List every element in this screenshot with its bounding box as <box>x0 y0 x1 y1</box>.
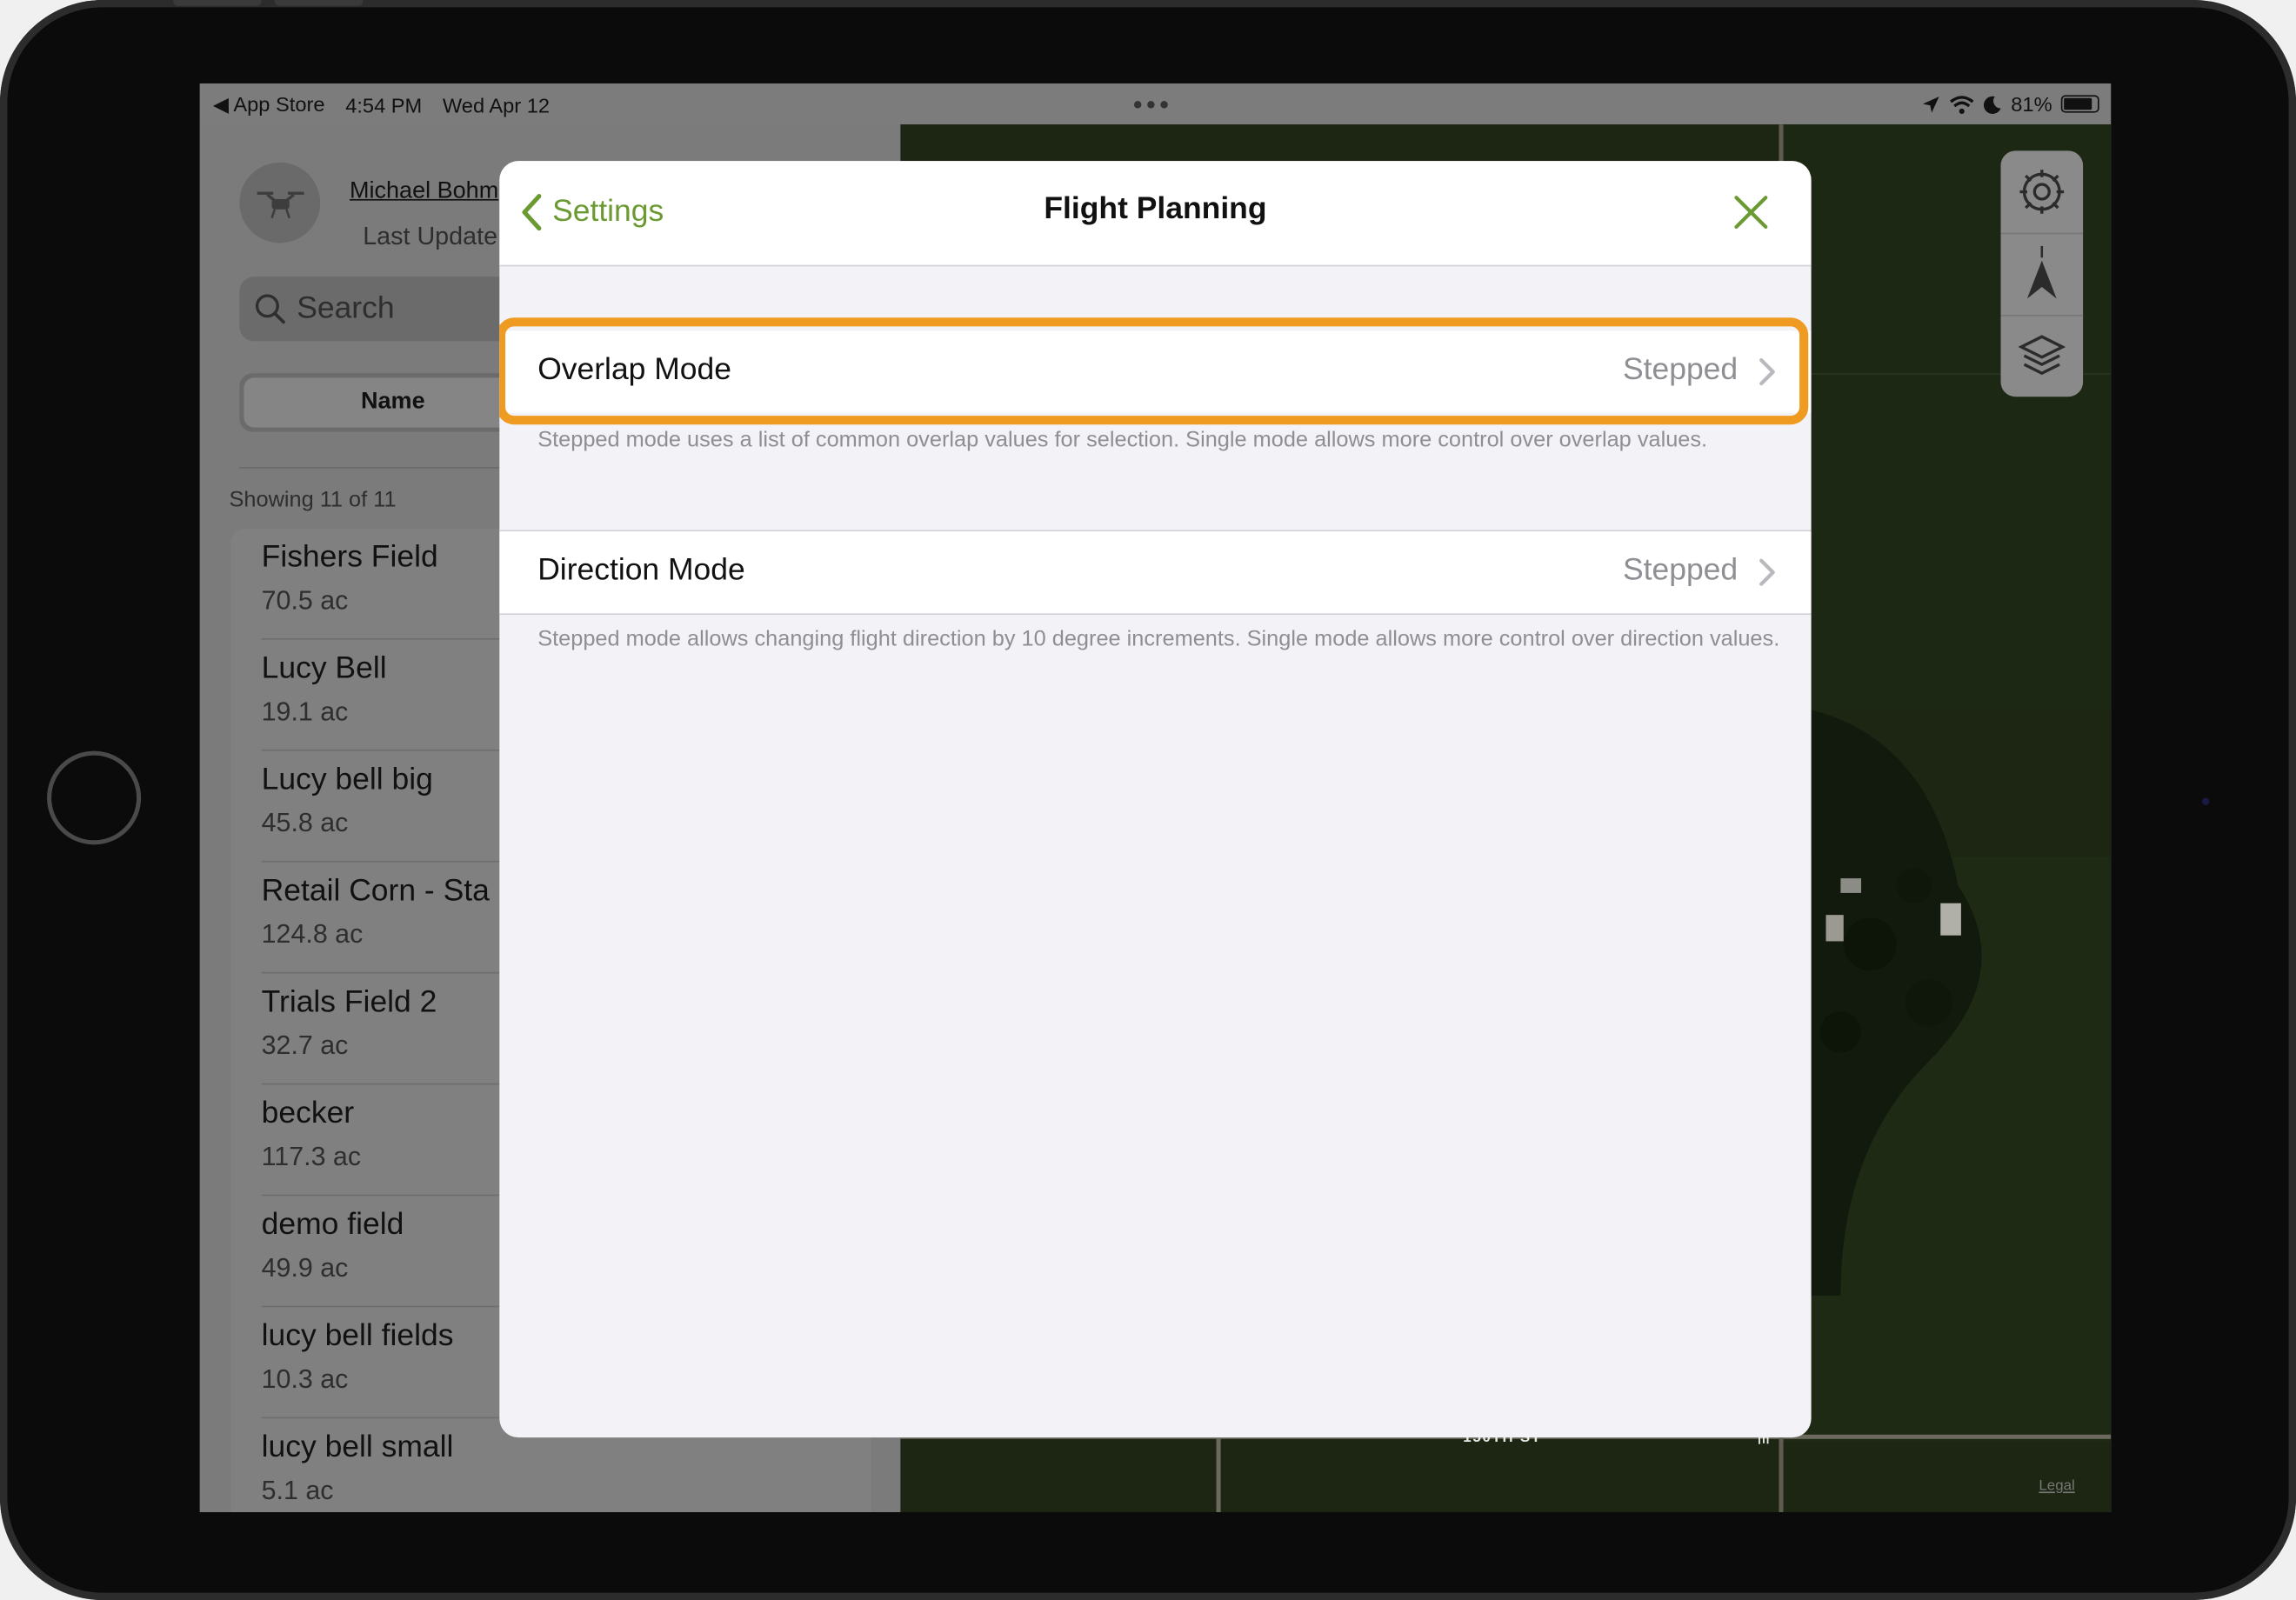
camera-dot <box>2201 797 2210 805</box>
field-area: 49.9 ac <box>261 1253 349 1283</box>
location-arrow-icon <box>1922 96 1939 112</box>
status-time: 4:54 PM <box>345 92 423 117</box>
field-area: 45.8 ac <box>261 808 349 837</box>
overlap-mode-description: Stepped mode uses a list of common overl… <box>537 427 1708 453</box>
gear-icon <box>2019 170 2065 214</box>
field-area: 10.3 ac <box>261 1363 349 1394</box>
map-controls <box>2000 150 2084 397</box>
field-area: 19.1 ac <box>261 697 349 726</box>
field-name: lucy bell fields <box>261 1318 454 1353</box>
close-button[interactable] <box>1729 190 1773 235</box>
search-icon <box>255 294 285 324</box>
field-area: 70.5 ac <box>261 585 349 616</box>
legal-link[interactable]: Legal <box>2039 1478 2074 1495</box>
back-to-app-link[interactable]: ◀ App Store <box>213 92 325 117</box>
field-name: Lucy bell big <box>261 763 433 797</box>
ipad-frame: ◀ App Store 4:54 PM Wed Apr 12 81% Micha… <box>0 0 2296 1600</box>
layers-button[interactable] <box>2000 315 2083 397</box>
modal-title: Flight Planning <box>1044 191 1267 226</box>
moon-icon <box>1983 95 2001 114</box>
field-name: becker <box>261 1096 355 1130</box>
last-updated-text: Last Update <box>363 222 498 250</box>
direction-mode-description: Stepped mode allows changing flight dire… <box>537 626 1780 652</box>
field-area: 32.7 ac <box>261 1030 349 1060</box>
battery-percent: 81% <box>2011 92 2052 116</box>
search-placeholder: Search <box>297 291 395 325</box>
navigation-button[interactable] <box>2000 233 2083 315</box>
battery-icon <box>2060 95 2099 113</box>
chevron-right-icon <box>1759 558 1775 586</box>
settings-button[interactable] <box>2000 150 2083 232</box>
volume-button <box>274 0 364 6</box>
field-name: lucy bell small <box>261 1430 454 1464</box>
field-area: 124.8 ac <box>261 919 364 949</box>
field-area: 117.3 ac <box>261 1142 362 1171</box>
volume-button <box>173 0 262 6</box>
chevron-right-icon <box>1759 358 1775 386</box>
showing-count: Showing 11 of 11 <box>229 487 397 513</box>
sort-by-name-segment[interactable]: Name <box>244 377 543 428</box>
layers-icon <box>2018 335 2066 376</box>
multitasking-dots[interactable] <box>1133 101 1168 109</box>
modal-header: Settings Flight Planning <box>499 161 1812 267</box>
direction-mode-value: Stepped <box>1622 553 1739 588</box>
flight-planning-modal: Settings Flight Planning Overlap Mode St… <box>499 161 1812 1438</box>
field-name: Trials Field 2 <box>261 984 437 1019</box>
field-area: 5.1 ac <box>261 1475 334 1505</box>
overlap-mode-value: Stepped <box>1622 352 1739 387</box>
drone-avatar <box>239 162 321 243</box>
wifi-icon <box>1949 95 1974 114</box>
status-bar: ◀ App Store 4:54 PM Wed Apr 12 81% <box>199 83 2112 125</box>
overlap-mode-row[interactable]: Overlap Mode Stepped <box>499 317 1812 425</box>
screen: ◀ App Store 4:54 PM Wed Apr 12 81% Micha… <box>199 83 2112 1512</box>
drone-icon <box>256 190 304 218</box>
field-name: Lucy Bell <box>261 651 387 685</box>
user-name-link[interactable]: Michael Bohm <box>350 178 498 204</box>
navigation-arrow-icon <box>2026 245 2057 299</box>
field-name: Retail Corn - Sta <box>261 874 490 908</box>
field-name: Fishers Field <box>261 540 438 574</box>
field-name: demo field <box>261 1207 404 1242</box>
direction-mode-label: Direction Mode <box>537 553 745 588</box>
status-date: Wed Apr 12 <box>442 92 551 117</box>
overlap-mode-label: Overlap Mode <box>537 352 731 387</box>
home-button[interactable] <box>47 750 142 845</box>
close-icon <box>1734 196 1768 230</box>
direction-mode-row[interactable]: Direction Mode Stepped <box>499 530 1812 616</box>
